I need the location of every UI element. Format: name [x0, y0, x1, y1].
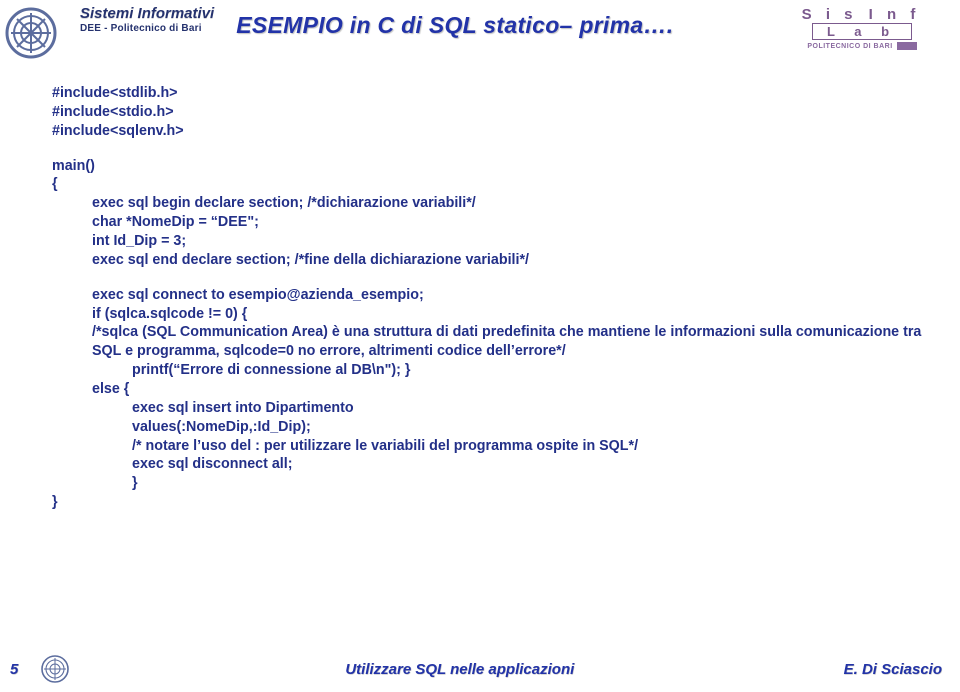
code-line: /*sqlca (SQL Communication Area) è una s… [52, 323, 932, 361]
page-number: 5 [10, 661, 40, 678]
poliba-logo-small [40, 654, 76, 684]
slide-footer: 5 Utilizzare SQL nelle applicazioni E. D… [0, 650, 960, 688]
code-line: exec sql disconnect all; [52, 455, 932, 474]
code-line: else { [52, 380, 932, 399]
dept-sub: DEE - Politecnico di Bari [80, 23, 214, 34]
dept-title: Sistemi Informativi [80, 6, 214, 23]
code-line: if (sqlca.sqlcode != 0) { [52, 305, 932, 324]
code-line: } [52, 493, 932, 512]
code-line: values(:NomeDip,:Id_Dip); [52, 418, 932, 437]
code-line: char *NomeDip = “DEE"; [52, 213, 932, 232]
poliba-logo [4, 6, 72, 60]
footer-author: E. Di Sciascio [844, 661, 942, 678]
code-line: #include<sqlenv.h> [52, 122, 932, 141]
footer-title: Utilizzare SQL nelle applicazioni [76, 661, 844, 678]
dept-block: Sistemi Informativi DEE - Politecnico di… [80, 6, 214, 34]
lab-sub: POLITECNICO DI BARI [772, 42, 952, 50]
code-line: } [52, 474, 932, 493]
code-line: { [52, 175, 932, 194]
code-line: main() [52, 157, 932, 176]
lab-logo-block: S i s I n f L a b POLITECNICO DI BARI [772, 4, 952, 50]
slide-header: Sistemi Informativi DEE - Politecnico di… [0, 0, 960, 64]
code-line: exec sql end declare section; /*fine del… [52, 251, 932, 270]
slide-title: ESEMPIO in C di SQL statico– prima…. [236, 12, 673, 38]
code-line: int Id_Dip = 3; [52, 232, 932, 251]
code-line: /* notare l’uso del : per utilizzare le … [52, 437, 932, 456]
code-line: #include<stdlib.h> [52, 84, 932, 103]
code-line: printf(“Errore di connessione al DB\n");… [52, 361, 932, 380]
lab-line1: S i s I n f [772, 6, 952, 23]
lab-line2: L a b [812, 23, 912, 40]
code-line: exec sql begin declare section; /*dichia… [52, 194, 932, 213]
code-line: #include<stdio.h> [52, 103, 932, 122]
code-line: exec sql connect to esempio@azienda_esem… [52, 286, 932, 305]
slide-title-wrap: ESEMPIO in C di SQL statico– prima…. [214, 4, 772, 39]
code-content: #include<stdlib.h> #include<stdio.h> #in… [0, 64, 960, 512]
code-line: exec sql insert into Dipartimento [52, 399, 932, 418]
dee-badge-icon [897, 42, 917, 50]
